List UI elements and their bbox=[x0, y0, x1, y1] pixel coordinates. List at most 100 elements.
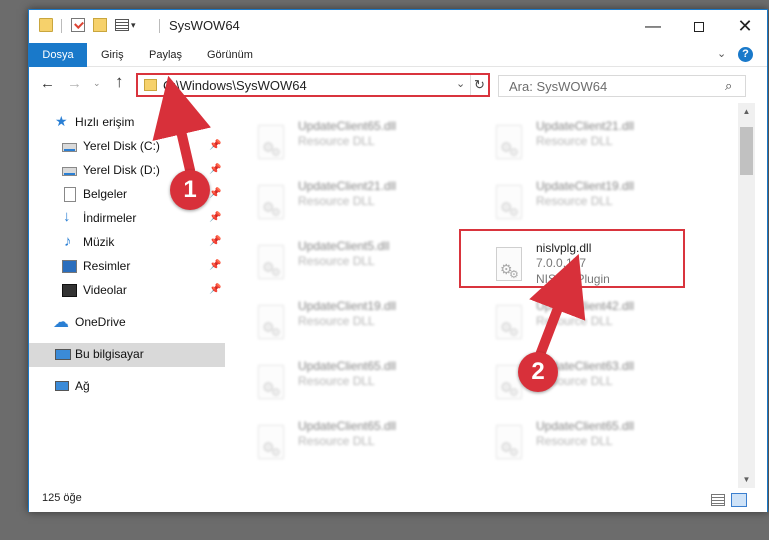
file-item[interactable]: ⚙ ⚙ UpdateClient65.dll Resource DLL bbox=[248, 419, 478, 473]
sidebar-item-pictures[interactable]: Resimler 📌 bbox=[29, 255, 225, 279]
sidebar-item-local-disk-c[interactable]: Yerel Disk (C:) 📌 bbox=[29, 135, 225, 159]
sidebar-item-label: Yerel Disk (D:) bbox=[83, 163, 160, 177]
search-input[interactable]: Ara: SysWOW64 ⌕ bbox=[498, 75, 746, 97]
up-button[interactable]: ↑ bbox=[115, 72, 124, 92]
help-icon[interactable]: ? bbox=[738, 47, 753, 62]
file-name: UpdateClient19.dll bbox=[536, 179, 635, 193]
properties-icon[interactable] bbox=[71, 18, 85, 32]
file-item[interactable]: ⚙ ⚙ UpdateClient19.dll Resource DLL bbox=[248, 299, 478, 353]
pin-icon[interactable]: 📌 bbox=[209, 284, 221, 295]
navigation-bar: ← → ⌄ ↑ C:\Windows\SysWOW64 ⌄ ↻ Ara: Sys… bbox=[29, 68, 767, 102]
search-icon[interactable]: ⌕ bbox=[725, 78, 732, 94]
pin-icon[interactable]: 📌 bbox=[209, 140, 221, 151]
scroll-up-icon[interactable]: ▲ bbox=[738, 103, 755, 120]
dll-file-icon: ⚙ ⚙ bbox=[256, 125, 286, 163]
title-bar: ▾ SysWOW64 — ✕ bbox=[29, 10, 767, 43]
music-icon: ♪ bbox=[64, 233, 72, 250]
dll-file-icon: ⚙ ⚙ bbox=[494, 305, 524, 343]
dll-file-icon: ⚙ ⚙ bbox=[256, 245, 286, 283]
sidebar-item-onedrive[interactable]: ☁ OneDrive bbox=[29, 311, 225, 335]
folder-icon[interactable] bbox=[39, 18, 53, 32]
file-description: Resource DLL bbox=[298, 194, 375, 208]
maximize-button[interactable] bbox=[676, 10, 722, 43]
tab-view[interactable]: Görünüm bbox=[195, 43, 265, 67]
scroll-down-icon[interactable]: ▼ bbox=[738, 471, 755, 488]
sidebar-item-label: Videolar bbox=[83, 283, 127, 297]
pin-icon[interactable]: 📌 bbox=[209, 260, 221, 271]
address-path[interactable]: C:\Windows\SysWOW64 bbox=[163, 78, 307, 93]
tab-file[interactable]: Dosya bbox=[29, 43, 87, 67]
dll-file-icon: ⚙ ⚙ bbox=[494, 425, 524, 463]
document-icon bbox=[64, 187, 76, 202]
pin-icon[interactable]: 📌 bbox=[209, 236, 221, 247]
sidebar-item-downloads[interactable]: ↓ İndirmeler 📌 bbox=[29, 207, 225, 231]
file-name: UpdateClient65.dll bbox=[298, 359, 397, 373]
step-marker-2: 2 bbox=[518, 352, 558, 392]
dll-file-icon: ⚙ ⚙ bbox=[494, 125, 524, 163]
network-icon bbox=[55, 381, 69, 391]
file-item[interactable]: ⚙ ⚙ UpdateClient65.dll Resource DLL bbox=[248, 119, 478, 173]
sidebar-item-quick-access[interactable]: ★ Hızlı erişim bbox=[29, 111, 225, 135]
sidebar-item-this-pc[interactable]: Bu bilgisayar bbox=[29, 343, 225, 367]
forward-button[interactable]: → bbox=[67, 75, 82, 92]
address-dropdown-icon[interactable]: ⌄ bbox=[456, 77, 465, 90]
ribbon-expand-icon[interactable]: ⌄ bbox=[717, 47, 726, 60]
step-marker-1: 1 bbox=[170, 170, 210, 210]
folder-icon bbox=[144, 79, 157, 91]
tab-home[interactable]: Giriş bbox=[89, 43, 136, 67]
file-name: UpdateClient21.dll bbox=[298, 179, 397, 193]
file-list: ⚙ ⚙ UpdateClient65.dll Resource DLL ⚙ ⚙ Up… bbox=[226, 103, 738, 488]
view-icon[interactable] bbox=[115, 19, 129, 31]
file-item[interactable]: ⚙ ⚙ UpdateClient65.dll Resource DLL bbox=[248, 359, 478, 413]
file-name: UpdateClient65.dll bbox=[298, 419, 397, 433]
file-item[interactable]: ⚙ ⚙ UpdateClient21.dll Resource DLL bbox=[248, 179, 478, 233]
dll-file-icon: ⚙ ⚙ bbox=[256, 425, 286, 463]
sidebar-item-label: İndirmeler bbox=[83, 211, 137, 225]
file-name: UpdateClient5.dll bbox=[298, 239, 390, 253]
refresh-button[interactable]: ↻ bbox=[470, 75, 488, 95]
file-item[interactable]: ⚙ ⚙ UpdateClient21.dll Resource DLL bbox=[486, 119, 716, 173]
details-view-icon[interactable] bbox=[711, 494, 725, 506]
address-bar[interactable]: C:\Windows\SysWOW64 ⌄ ↻ bbox=[136, 73, 490, 97]
minimize-button[interactable]: — bbox=[630, 10, 676, 43]
navigation-pane: ★ Hızlı erişim Yerel Disk (C:) 📌 Yerel D… bbox=[29, 103, 225, 488]
dll-file-icon: ⚙ ⚙ bbox=[256, 365, 286, 403]
file-description: Resource DLL bbox=[298, 314, 375, 328]
scrollbar-thumb[interactable] bbox=[740, 127, 753, 175]
download-icon: ↓ bbox=[63, 208, 71, 225]
file-name: UpdateClient21.dll bbox=[536, 119, 635, 133]
pictures-icon bbox=[62, 260, 77, 273]
window-title: SysWOW64 bbox=[169, 18, 240, 33]
file-description: Resource DLL bbox=[298, 134, 375, 148]
sidebar-item-label: Resimler bbox=[83, 259, 131, 273]
file-description: Resource DLL bbox=[298, 374, 375, 388]
large-icons-view-icon[interactable] bbox=[731, 493, 747, 507]
sidebar-item-videos[interactable]: Videolar 📌 bbox=[29, 279, 225, 303]
item-count: 125 öğe bbox=[42, 492, 82, 504]
recent-locations-icon[interactable]: ⌄ bbox=[93, 78, 101, 89]
file-item[interactable]: ⚙ ⚙ UpdateClient19.dll Resource DLL bbox=[486, 179, 716, 233]
new-folder-icon[interactable] bbox=[93, 18, 107, 32]
vertical-scrollbar[interactable]: ▲ ▼ bbox=[738, 103, 755, 488]
file-description: Resource DLL bbox=[536, 134, 613, 148]
file-item[interactable]: ⚙ ⚙ UpdateClient65.dll Resource DLL bbox=[486, 419, 716, 473]
pin-icon[interactable]: 📌 bbox=[209, 212, 221, 223]
sidebar-item-label: OneDrive bbox=[75, 315, 126, 329]
status-bar: 125 öğe bbox=[29, 488, 767, 512]
pin-icon[interactable]: 📌 bbox=[209, 164, 221, 175]
sidebar-item-music[interactable]: ♪ Müzik 📌 bbox=[29, 231, 225, 255]
file-description: Resource DLL bbox=[536, 194, 613, 208]
dll-file-icon: ⚙ ⚙ bbox=[494, 185, 524, 223]
star-icon: ★ bbox=[55, 113, 68, 129]
sidebar-item-label: Belgeler bbox=[83, 187, 128, 201]
file-item[interactable]: ⚙ ⚙ UpdateClient5.dll Resource DLL bbox=[248, 239, 478, 293]
sidebar-item-network[interactable]: Ağ bbox=[29, 375, 225, 399]
close-button[interactable]: ✕ bbox=[722, 10, 768, 43]
quick-access-dropdown-icon[interactable]: ▾ bbox=[131, 20, 136, 31]
file-item[interactable]: ⚙ ⚙ UpdateClient42.dll Resource DLL bbox=[486, 299, 716, 353]
tab-share[interactable]: Paylaş bbox=[137, 43, 194, 67]
pin-icon[interactable]: 📌 bbox=[209, 188, 221, 199]
file-name: UpdateClient42.dll bbox=[536, 299, 635, 313]
back-button[interactable]: ← bbox=[40, 75, 55, 92]
file-name: UpdateClient65.dll bbox=[298, 119, 397, 133]
